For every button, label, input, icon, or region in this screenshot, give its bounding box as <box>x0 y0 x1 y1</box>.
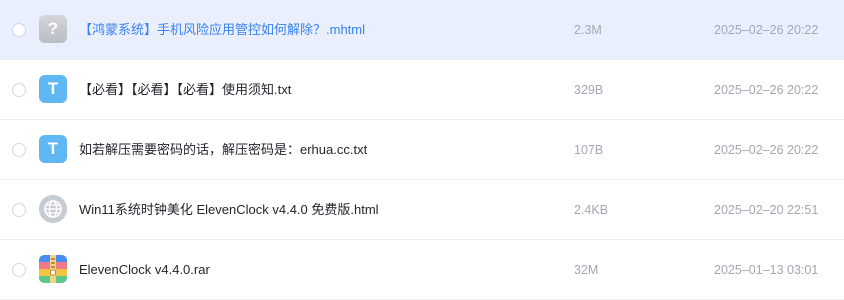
globe-html-icon <box>39 195 67 223</box>
file-date: 2025–02–26 20:22 <box>714 143 819 157</box>
file-date: 2025–02–26 20:22 <box>714 23 819 37</box>
file-size: 2.4KB <box>574 203 609 217</box>
question-mark-icon: ? <box>39 15 67 43</box>
row-checkbox[interactable] <box>12 83 26 97</box>
row-checkbox[interactable] <box>12 263 26 277</box>
row-checkbox[interactable] <box>12 203 26 217</box>
row-checkbox[interactable] <box>12 23 26 37</box>
file-size: 329B <box>574 83 604 97</box>
txt-file-icon: T <box>39 135 67 163</box>
row-checkbox[interactable] <box>12 143 26 157</box>
file-row[interactable]: ? 【鸿蒙系统】手机风险应用管控如何解除？.mhtml 2.3M 2025–02… <box>0 0 844 60</box>
file-row[interactable]: T 【必看】【必看】【必看】使用须知.txt 329B 2025–02–26 2… <box>0 60 844 120</box>
file-name[interactable]: 【鸿蒙系统】手机风险应用管控如何解除？.mhtml <box>79 0 365 60</box>
file-size: 2.3M <box>574 23 602 37</box>
file-name[interactable]: 【必看】【必看】【必看】使用须知.txt <box>79 60 291 120</box>
file-date: 2025–02–20 22:51 <box>714 203 819 217</box>
file-size: 107B <box>574 143 604 157</box>
file-list: ? 【鸿蒙系统】手机风险应用管控如何解除？.mhtml 2.3M 2025–02… <box>0 0 844 300</box>
file-row[interactable]: Win11系统时钟美化 ElevenClock v4.4.0 免费版.html … <box>0 180 844 240</box>
file-row[interactable]: T 如若解压需要密码的话，解压密码是：erhua.cc.txt 107B 202… <box>0 120 844 180</box>
rar-archive-icon <box>39 255 67 283</box>
file-name[interactable]: Win11系统时钟美化 ElevenClock v4.4.0 免费版.html <box>79 180 379 240</box>
file-size: 32M <box>574 263 599 277</box>
file-date: 2025–02–26 20:22 <box>714 83 819 97</box>
file-row[interactable]: ElevenClock v4.4.0.rar 32M 2025–01–13 03… <box>0 240 844 300</box>
file-date: 2025–01–13 03:01 <box>714 263 819 277</box>
txt-file-icon: T <box>39 75 67 103</box>
file-name[interactable]: ElevenClock v4.4.0.rar <box>79 240 210 300</box>
file-name[interactable]: 如若解压需要密码的话，解压密码是：erhua.cc.txt <box>79 120 367 180</box>
